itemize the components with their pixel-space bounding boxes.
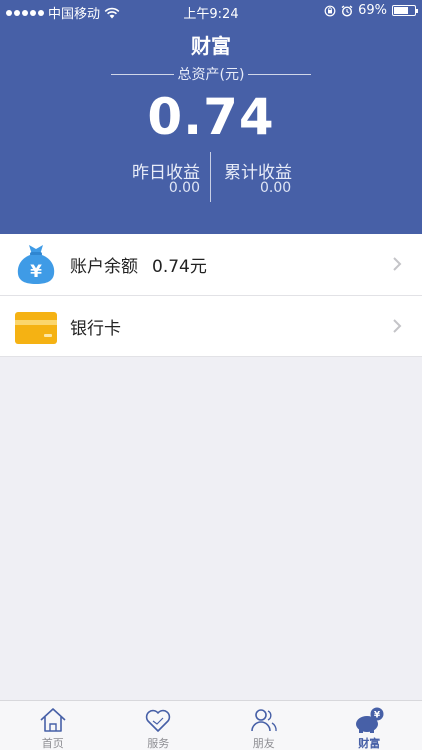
heart-icon	[146, 709, 171, 732]
piggy-bank-icon: ¥	[356, 707, 384, 733]
tab-services-label: 服务	[147, 737, 170, 750]
status-bar: 中国移动 上午9:24 69%	[0, 0, 422, 22]
wealth-header: 中国移动 上午9:24 69% 财富 总资产(元) 0.74 昨日收益 0.00…	[0, 0, 422, 234]
tab-home-label: 首页	[41, 737, 64, 750]
cumulative-earnings-value: 0.00	[260, 180, 292, 196]
battery-icon	[392, 5, 418, 16]
home-icon	[40, 708, 66, 732]
tab-wealth-label: 财富	[358, 737, 381, 750]
total-assets-label: 总资产(元)	[177, 67, 245, 83]
piggy-bank-symbol: ¥	[374, 711, 381, 721]
tab-services[interactable]: 服务	[106, 701, 212, 750]
earnings-divider	[210, 152, 211, 202]
status-right: 69%	[324, 3, 418, 18]
friends-icon	[250, 709, 277, 732]
alarm-icon	[341, 4, 353, 17]
chevron-right-icon	[393, 319, 402, 333]
account-balance-value: 0.74元	[152, 257, 207, 277]
chevron-right-icon	[393, 257, 402, 271]
tab-friends[interactable]: 朋友	[211, 701, 317, 750]
bank-card-label: 银行卡	[70, 318, 121, 339]
orientation-lock-icon	[324, 5, 336, 16]
money-bag-symbol: ¥	[30, 262, 42, 282]
total-assets-value[interactable]: 0.74	[0, 88, 422, 146]
list-item-account-balance[interactable]: ¥ 账户余额 0.74元	[0, 234, 422, 295]
list-item-bank-card[interactable]: 银行卡	[0, 295, 422, 356]
account-balance-label: 账户余额	[70, 257, 138, 277]
bank-card-icon	[15, 312, 57, 344]
yesterday-earnings-value: 0.00	[168, 180, 200, 196]
tab-friends-label: 朋友	[252, 737, 275, 750]
tab-bar: 首页 服务 朋友 ¥ 财富	[0, 700, 422, 750]
divider-left	[111, 73, 174, 75]
tab-home[interactable]: 首页	[0, 701, 106, 750]
total-assets-label-row: 总资产(元)	[111, 64, 311, 84]
divider-right	[248, 73, 311, 75]
money-bag-icon: ¥	[17, 245, 55, 284]
page-title: 财富	[191, 34, 231, 58]
tab-wealth[interactable]: ¥ 财富	[317, 701, 422, 750]
battery-percent: 69%	[358, 3, 387, 18]
list-bottom-border	[0, 356, 422, 357]
wealth-list: ¥ 账户余额 0.74元 银行卡	[0, 234, 422, 357]
